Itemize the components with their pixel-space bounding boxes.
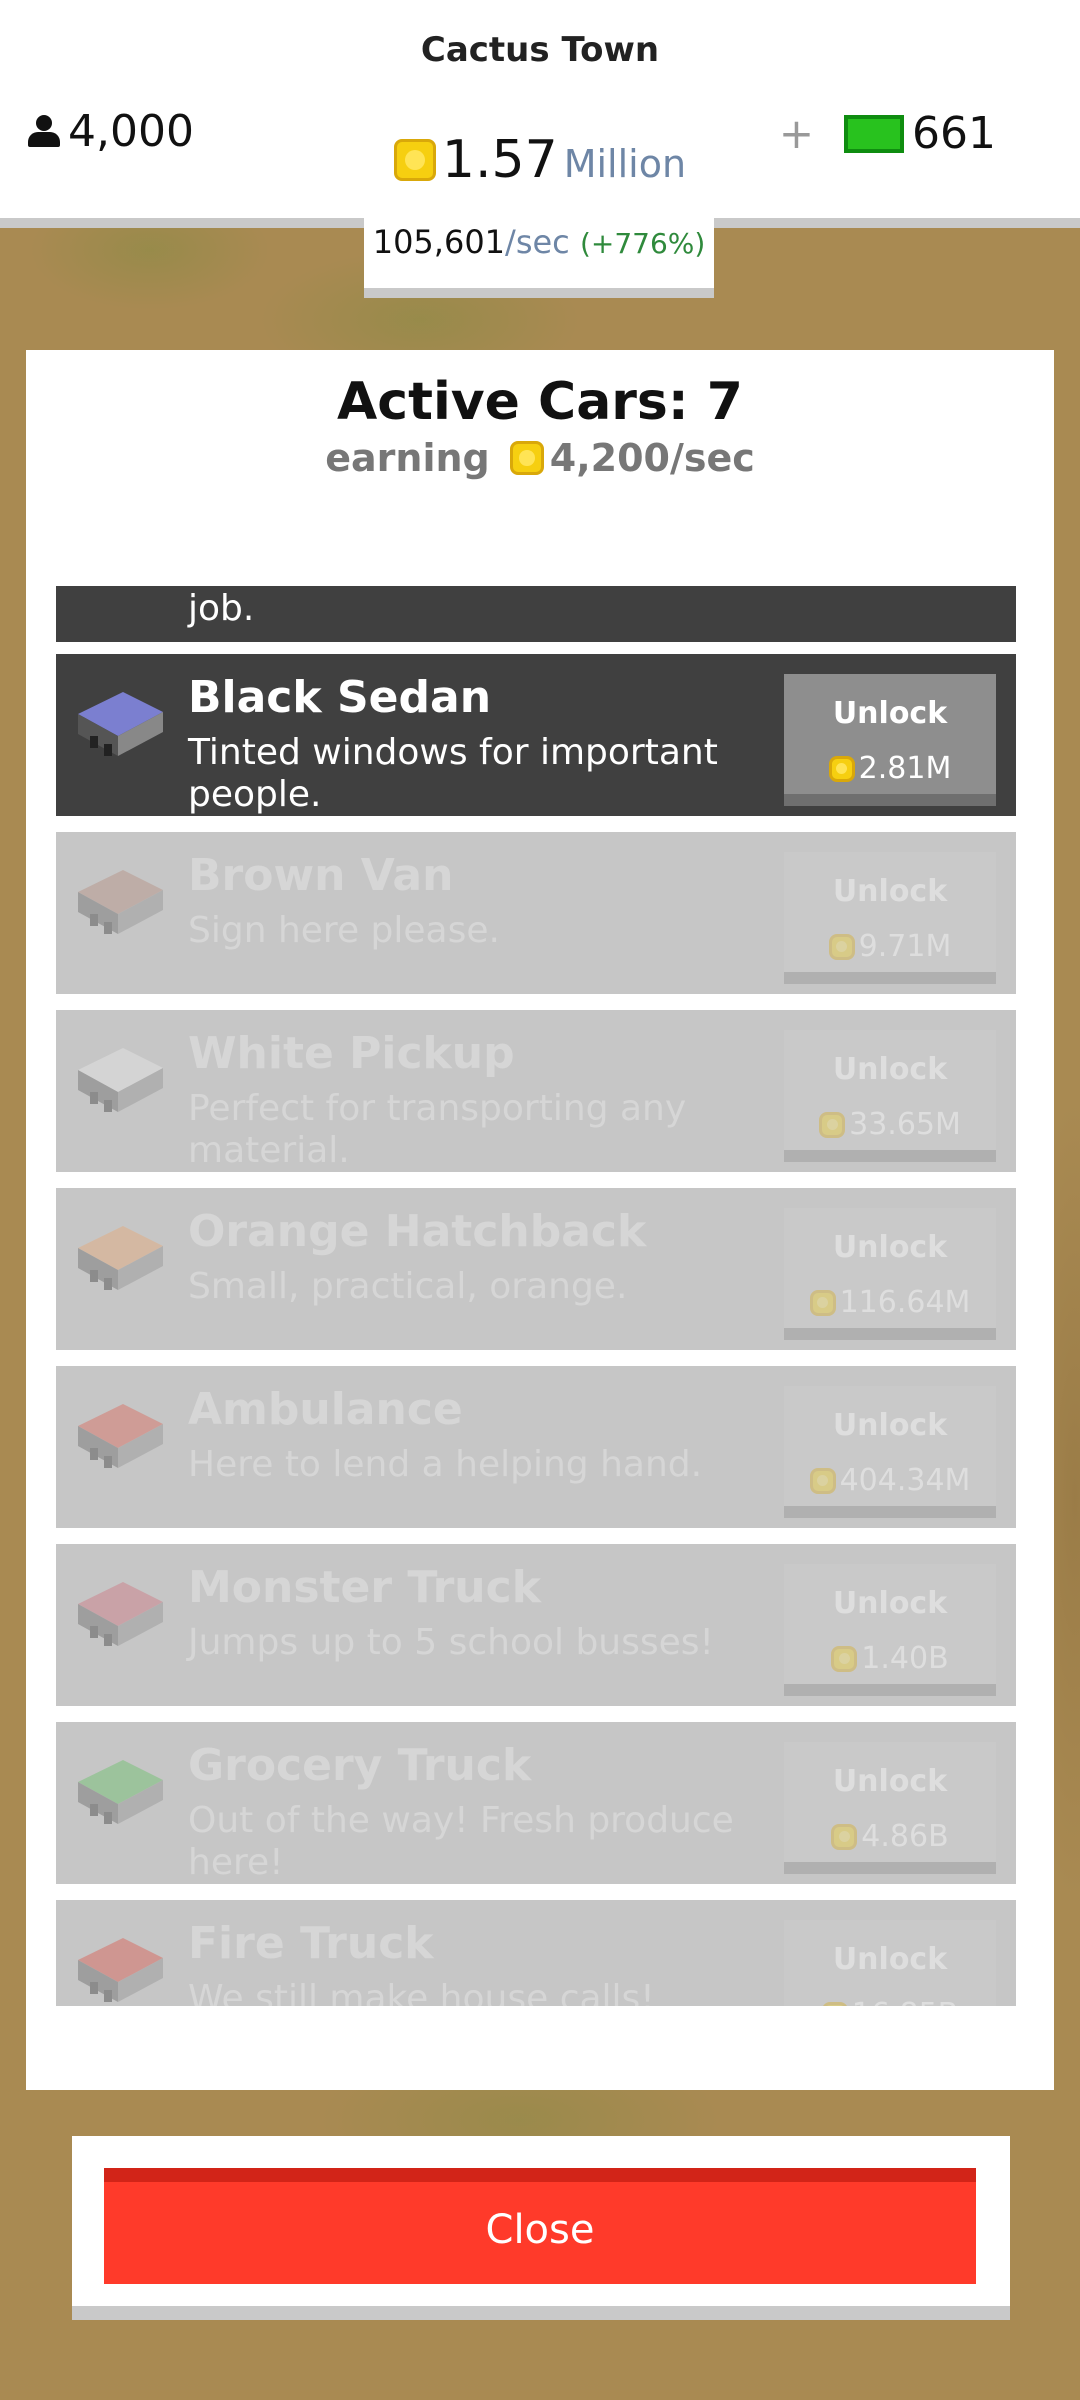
price-value: 116.64M bbox=[839, 1285, 971, 1320]
unlock-price: 4.86B bbox=[784, 1819, 996, 1854]
car-list[interactable]: job. Black Sedan Tinted windows for impor… bbox=[56, 586, 1016, 2006]
close-button[interactable]: Close bbox=[104, 2168, 976, 2284]
unlock-price: 16.85B bbox=[784, 1997, 996, 2006]
car-row: Orange Hatchback Small, practical, orange… bbox=[56, 1188, 1016, 1350]
town-name: Cactus Town bbox=[420, 30, 660, 70]
car-icon bbox=[78, 1226, 163, 1290]
car-row: Ambulance Here to lend a helping hand. Unl… bbox=[56, 1366, 1016, 1528]
unlock-label: Unlock bbox=[832, 874, 948, 909]
list-item-partial: job. bbox=[56, 586, 1016, 642]
unlock-button[interactable]: Unlock 16.85B bbox=[784, 1920, 996, 2006]
coin-icon bbox=[828, 933, 855, 960]
unlock-price: 1.40B bbox=[784, 1641, 996, 1676]
unlock-price: 9.71M bbox=[784, 929, 996, 964]
car-icon bbox=[78, 1404, 163, 1468]
price-value: 4.86B bbox=[861, 1819, 949, 1854]
unlock-label: Unlock bbox=[832, 1764, 948, 1799]
unlock-button[interactable]: Unlock 404.34M bbox=[784, 1386, 996, 1518]
income-rate: 105,601/sec (+776%) bbox=[364, 208, 714, 298]
car-name: Black Sedan bbox=[188, 672, 492, 723]
price-value: 33.65M bbox=[849, 1107, 961, 1142]
gem-value: 661 bbox=[912, 108, 996, 159]
active-cars-panel: Active Cars: 7 earning 4,200/sec job. Bl… bbox=[26, 350, 1054, 2090]
car-description: We still make house calls! bbox=[188, 1978, 655, 2006]
unlock-button[interactable]: Unlock 116.64M bbox=[784, 1208, 996, 1340]
car-icon bbox=[78, 870, 163, 934]
car-row: White Pickup Perfect for transporting any… bbox=[56, 1010, 1016, 1172]
close-container: Close bbox=[72, 2136, 1010, 2320]
price-value: 404.34M bbox=[839, 1463, 971, 1498]
price-value: 1.40B bbox=[861, 1641, 949, 1676]
car-row: Grocery Truck Out of the way! Fresh produ… bbox=[56, 1722, 1016, 1884]
car-name: Orange Hatchback bbox=[188, 1206, 647, 1257]
price-value: 16.85B bbox=[852, 1997, 958, 2006]
car-icon bbox=[78, 1582, 163, 1646]
gem-balance[interactable]: + 661 bbox=[779, 108, 996, 159]
unlock-button[interactable]: Unlock 4.86B bbox=[784, 1742, 996, 1874]
coin-value: 1.57 bbox=[441, 130, 558, 190]
earning-label: earning bbox=[325, 436, 490, 480]
car-row: Black Sedan Tinted windows for important … bbox=[56, 654, 1016, 816]
car-description: Small, practical, orange. bbox=[188, 1266, 628, 1307]
car-icon bbox=[78, 1048, 163, 1112]
car-description: Perfect for transporting any material. bbox=[188, 1088, 687, 1171]
unlock-button[interactable]: Unlock 1.40B bbox=[784, 1564, 996, 1696]
unlock-label: Unlock bbox=[832, 1230, 948, 1265]
coin-icon bbox=[828, 755, 855, 782]
car-description: Here to lend a helping hand. bbox=[188, 1444, 703, 1485]
unlock-button[interactable]: Unlock 33.65M bbox=[784, 1030, 996, 1162]
unlock-label: Unlock bbox=[832, 1052, 948, 1087]
car-icon bbox=[78, 1760, 163, 1824]
price-value: 9.71M bbox=[858, 929, 952, 964]
car-row: Monster Truck Jumps up to 5 school busses… bbox=[56, 1544, 1016, 1706]
top-bar: Cactus Town 4,000 1.57 Million + 661 bbox=[0, 0, 1080, 228]
coin-icon bbox=[509, 441, 544, 475]
car-name: Ambulance bbox=[188, 1384, 463, 1435]
coin-icon bbox=[809, 1467, 836, 1494]
cash-icon bbox=[844, 114, 905, 153]
add-gems-icon[interactable]: + bbox=[779, 109, 814, 158]
rate-unit: /sec bbox=[505, 223, 570, 261]
car-row: Brown Van Sign here please. Unlock 9.71M bbox=[56, 832, 1016, 994]
car-icon bbox=[78, 692, 163, 756]
unlock-label: Unlock bbox=[832, 1586, 948, 1621]
unlock-button[interactable]: Unlock 2.81M bbox=[784, 674, 996, 806]
car-description: Tinted windows for important people. bbox=[188, 732, 718, 815]
unlock-price: 33.65M bbox=[784, 1107, 996, 1142]
car-name: Brown Van bbox=[188, 850, 454, 901]
coin-icon bbox=[393, 139, 436, 181]
coin-unit: Million bbox=[563, 142, 687, 186]
coin-icon bbox=[819, 1111, 846, 1138]
car-name: Grocery Truck bbox=[188, 1740, 532, 1791]
car-description: Sign here please. bbox=[188, 910, 500, 951]
unlock-price: 404.34M bbox=[784, 1463, 996, 1498]
earning-value: 4,200/sec bbox=[549, 436, 755, 480]
earning-summary: earning 4,200/sec bbox=[26, 436, 1054, 480]
rate-value: 105,601 bbox=[372, 223, 506, 261]
car-name: Fire Truck bbox=[188, 1918, 434, 1969]
rate-change: (+776%) bbox=[579, 227, 706, 260]
unlock-price: 2.81M bbox=[784, 751, 996, 786]
car-row: Fire Truck We still make house calls! Unlo… bbox=[56, 1900, 1016, 2006]
unlock-button[interactable]: Unlock 9.71M bbox=[784, 852, 996, 984]
unlock-label: Unlock bbox=[832, 1408, 948, 1443]
coin-icon bbox=[809, 1289, 836, 1316]
partial-row-text: job. bbox=[188, 588, 255, 629]
panel-title: Active Cars: 7 bbox=[337, 372, 743, 432]
car-description: Jumps up to 5 school busses! bbox=[188, 1622, 714, 1663]
coin-icon bbox=[831, 1645, 858, 1672]
car-name: White Pickup bbox=[188, 1028, 515, 1079]
unlock-label: Unlock bbox=[832, 696, 948, 731]
unlock-price: 116.64M bbox=[784, 1285, 996, 1320]
car-description: Out of the way! Fresh produce here! bbox=[188, 1800, 734, 1883]
coin-icon bbox=[821, 2001, 848, 2006]
unlock-label: Unlock bbox=[832, 1942, 948, 1977]
price-value: 2.81M bbox=[858, 751, 952, 786]
car-icon bbox=[78, 1938, 163, 2002]
car-name: Monster Truck bbox=[188, 1562, 541, 1613]
coin-icon bbox=[831, 1823, 858, 1850]
